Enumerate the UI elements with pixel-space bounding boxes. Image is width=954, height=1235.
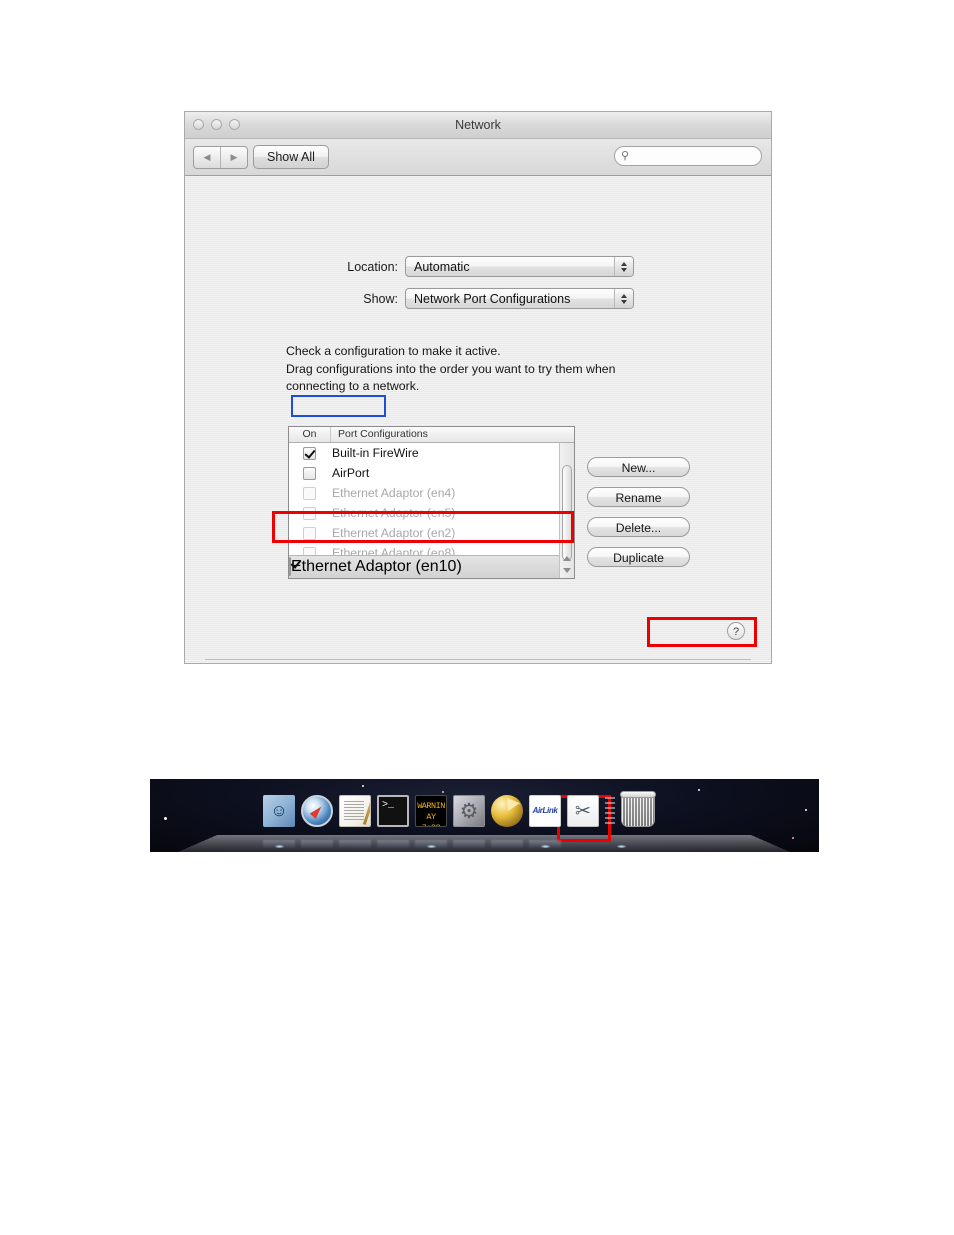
airlink-wordmark: AirLink — [532, 806, 558, 815]
row-checkbox-cell — [289, 526, 330, 540]
star-speck — [805, 809, 807, 811]
running-indicator-dot — [275, 845, 284, 848]
icon-reflection — [339, 840, 371, 849]
row-label: Ethernet Adaptor (en2) — [332, 526, 456, 540]
scroll-down-arrow-icon[interactable] — [563, 568, 571, 573]
location-popup[interactable]: Automatic — [405, 256, 634, 277]
document-lines — [344, 801, 364, 821]
list-action-buttons: New... Rename Delete... Duplicate — [587, 457, 690, 567]
row-label: Ethernet Adaptor (en10) — [291, 558, 462, 575]
location-row: Location: Automatic — [185, 256, 685, 277]
window-footer: Click the lock to prevent further change… — [185, 660, 771, 663]
trash-lid — [620, 791, 656, 798]
list-header: On Port Configurations — [289, 427, 574, 443]
star-speck — [792, 837, 794, 839]
table-row-selected[interactable]: Ethernet Adaptor (en10) — [289, 555, 574, 578]
search-icon: ⚲ — [621, 150, 630, 162]
close-button[interactable] — [193, 119, 204, 130]
table-row: Ethernet Adaptor (en5) — [289, 503, 574, 523]
row-checkbox-cell — [289, 486, 330, 500]
running-indicator-dot — [541, 845, 550, 848]
row-checkbox-cell[interactable] — [289, 466, 330, 480]
column-header-port-configurations: Port Configurations — [338, 428, 428, 440]
checkbox-disabled-icon — [303, 526, 316, 540]
delete-button[interactable]: Delete... — [587, 517, 690, 537]
network-preferences-window: Network ◀ ▶ Show All ⚲ Location: Automat… — [184, 111, 772, 664]
safari-icon[interactable] — [301, 795, 333, 827]
checkbox-checked-icon[interactable] — [303, 446, 316, 460]
window-content: Location: Automatic Show: Network Port C… — [185, 176, 771, 663]
checkbox-disabled-icon — [303, 506, 316, 520]
instructions-text: Check a configuration to make it active.… — [286, 344, 616, 393]
show-row: Show: Network Port Configurations — [185, 288, 685, 309]
checkbox-unchecked-icon[interactable] — [303, 466, 316, 480]
row-label: Ethernet Adaptor (en5) — [332, 506, 456, 520]
window-title: Network — [455, 118, 501, 132]
compass-needle — [309, 803, 325, 819]
table-row[interactable]: AirPort — [289, 463, 574, 483]
system-preferences-icon[interactable]: ⚙ — [453, 795, 485, 827]
scroll-up-arrow-icon[interactable] — [563, 556, 571, 561]
table-row: Ethernet Adaptor (en2) — [289, 523, 574, 543]
star-speck — [698, 789, 700, 791]
new-button[interactable]: New... — [587, 457, 690, 477]
icon-reflection — [301, 840, 333, 849]
row-checkbox-cell[interactable] — [289, 446, 330, 460]
search-field[interactable]: ⚲ — [614, 146, 762, 166]
scrollbar-thumb[interactable] — [562, 465, 572, 561]
icon-reflection — [453, 840, 485, 849]
chevron-updown-icon — [614, 289, 633, 308]
row-label: AirPort — [332, 466, 370, 480]
minimize-button[interactable] — [211, 119, 222, 130]
dock-screenshot: ☺ >_ WARNIN AY 7:88 ⚙ AirLink ✂ — [150, 779, 819, 852]
rename-button[interactable]: Rename — [587, 487, 690, 507]
help-button[interactable]: ? — [727, 622, 745, 640]
clock-icon[interactable]: WARNIN AY 7:88 — [415, 795, 447, 827]
icon-reflection — [491, 840, 523, 849]
table-row[interactable]: Built-in FireWire — [289, 443, 574, 463]
row-checkbox-cell[interactable] — [289, 557, 291, 576]
airlink101-icon[interactable]: AirLink — [529, 795, 561, 827]
terminal-icon[interactable]: >_ — [377, 795, 409, 827]
running-indicator-dot — [427, 845, 436, 848]
show-label: Show: — [363, 291, 398, 306]
row-label: Built-in FireWire — [332, 446, 419, 460]
port-configurations-list[interactable]: On Port Configurations Built-in FireWire… — [288, 426, 575, 579]
navigation-buttons: ◀ ▶ — [193, 146, 248, 169]
row-label: Ethernet Adaptor (en4) — [332, 486, 456, 500]
checkbox-checked-icon[interactable] — [289, 557, 291, 576]
dock-icon-strip: ☺ >_ WARNIN AY 7:88 ⚙ AirLink ✂ — [263, 791, 656, 827]
finder-icon[interactable]: ☺ — [263, 795, 295, 827]
duplicate-button[interactable]: Duplicate — [587, 547, 690, 567]
trash-icon[interactable] — [620, 791, 656, 827]
star-speck — [164, 817, 167, 820]
star-speck — [362, 785, 364, 787]
list-scrollbar[interactable] — [559, 443, 574, 578]
checkbox-disabled-icon — [303, 486, 316, 500]
window-traffic-lights — [193, 119, 240, 130]
location-label: Location: — [347, 259, 398, 274]
icon-reflection — [377, 840, 409, 849]
gold-disc-icon[interactable] — [491, 795, 523, 827]
show-popup[interactable]: Network Port Configurations — [405, 288, 634, 309]
list-body: Built-in FireWire AirPort Ethernet Adapt… — [289, 443, 574, 578]
zoom-button[interactable] — [229, 119, 240, 130]
forward-button[interactable]: ▶ — [220, 147, 247, 168]
running-indicator-dot — [617, 845, 626, 848]
table-row: Ethernet Adaptor (en4) — [289, 483, 574, 503]
row-checkbox-cell — [289, 506, 330, 520]
dock-separator — [605, 797, 615, 827]
show-all-button[interactable]: Show All — [253, 145, 329, 169]
show-value: Network Port Configurations — [414, 291, 571, 306]
window-titlebar: Network — [185, 112, 771, 139]
dock-reflections — [263, 840, 561, 849]
preview-icon[interactable]: ✂ — [567, 795, 599, 827]
window-toolbar: ◀ ▶ Show All ⚲ — [185, 139, 771, 176]
column-header-on: On — [289, 427, 331, 442]
textedit-icon[interactable] — [339, 795, 371, 827]
back-button[interactable]: ◀ — [194, 147, 220, 168]
location-value: Automatic — [414, 259, 470, 274]
chevron-updown-icon — [614, 257, 633, 276]
